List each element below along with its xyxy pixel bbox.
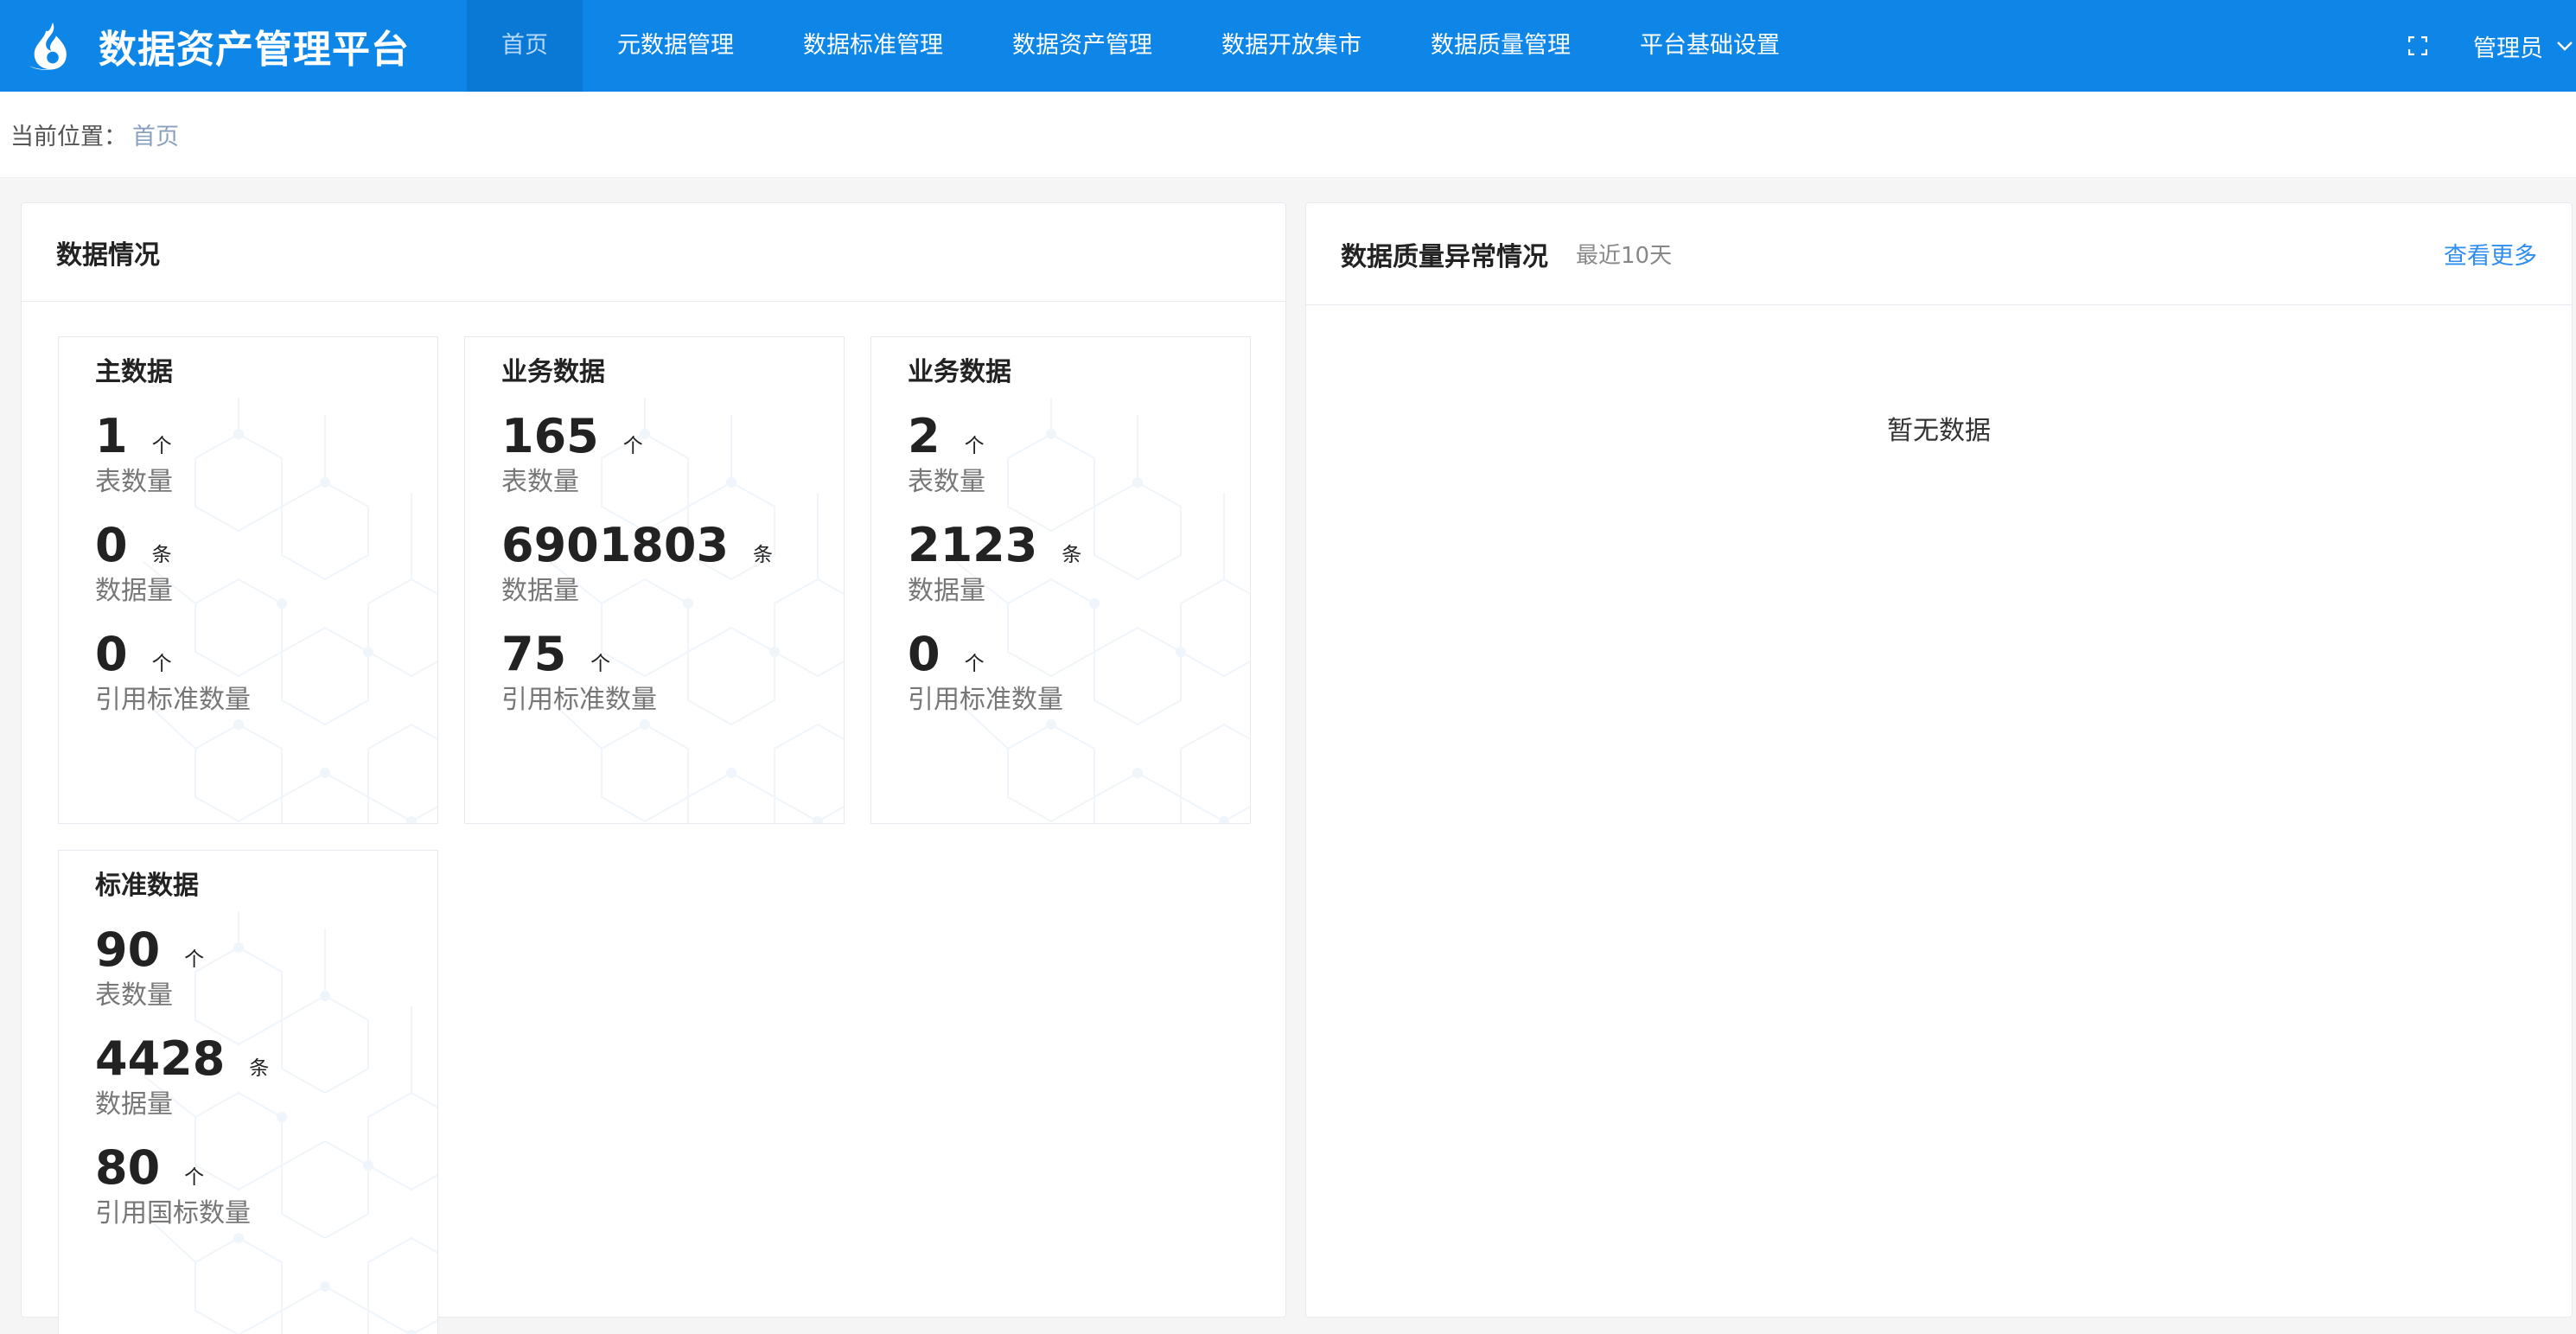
data-quality-subtitle: 最近10天 [1576,243,1673,269]
stat-unit: 条 [249,1057,270,1080]
breadcrumb: 当前位置： 首页 [0,92,2576,178]
stat-standard-ref-count: 0 个 引用标准数量 [95,628,437,718]
stat-record-count: 0 条 数据量 [95,519,437,609]
nav-item-platform-settings[interactable]: 平台基础设置 [1605,0,1814,92]
card-title: 标准数据 [95,871,199,901]
stat-label: 数据量 [95,576,173,606]
view-more-link[interactable]: 查看更多 [2444,237,2537,271]
stat-table-count: 90 个 表数量 [95,923,437,1013]
main-nav: 首页 元数据管理 数据标准管理 数据资产管理 数据开放集市 数据质量管理 平台基… [467,0,1814,92]
stat-card-standard-data: 标准数据 90 个 表数量 4428 条 数据量 80 个 引用国标数量 [58,850,438,1334]
data-overview-panel: 数据情况 主数据 1 个 表数量 0 条 数据量 0 个 引用标准数量 业务数据 16… [21,202,1286,1334]
stat-unit: 个 [590,653,611,675]
stat-unit: 个 [151,653,172,675]
breadcrumb-prefix: 当前位置： [10,124,127,150]
stat-standard-ref-count: 0 个 引用标准数量 [908,628,1250,718]
user-name: 管理员 [2473,35,2543,62]
stat-label: 引用标准数量 [95,685,251,715]
stat-label: 表数量 [95,980,173,1011]
stat-unit: 条 [1062,544,1082,566]
stat-value: 2 [908,409,940,463]
stat-table-count: 2 个 表数量 [908,410,1250,500]
data-quality-panel: 数据质量异常情况 最近10天 查看更多 暂无数据 [1305,202,2573,1318]
stat-value: 165 [501,409,599,463]
stat-value: 4428 [95,1031,226,1086]
nav-item-data-assets[interactable]: 数据资产管理 [978,0,1187,92]
stat-value: 90 [95,922,161,977]
stat-value: 0 [908,627,940,681]
stat-unit: 条 [151,544,172,566]
stat-unit: 个 [184,1166,205,1189]
stat-label: 数据量 [95,1089,173,1120]
stat-unit: 个 [964,435,985,457]
stat-value: 80 [95,1140,161,1195]
fullscreen-icon[interactable] [2401,29,2435,63]
stat-card-business-data-1: 业务数据 165 个 表数量 6901803 条 数据量 75 个 引用标准数量 [464,336,845,824]
data-overview-title: 数据情况 [56,239,160,271]
stat-label: 表数量 [501,467,579,497]
stat-label: 数据量 [908,576,985,606]
nav-item-data-standards[interactable]: 数据标准管理 [768,0,978,92]
stat-label: 表数量 [95,467,173,497]
stat-unit: 个 [964,653,985,675]
stat-card-business-data-2: 业务数据 2 个 表数量 2123 条 数据量 0 个 引用标准数量 [870,336,1251,824]
breadcrumb-current[interactable]: 首页 [132,118,179,151]
card-title: 业务数据 [501,357,605,387]
stat-unit: 个 [184,948,205,971]
stat-table-count: 1 个 表数量 [95,410,437,500]
stat-unit: 个 [151,435,172,457]
nav-item-open-market[interactable]: 数据开放集市 [1187,0,1396,92]
brand[interactable]: 数据资产管理平台 [0,0,467,92]
top-navigation-bar: 数据资产管理平台 首页 元数据管理 数据标准管理 数据资产管理 数据开放集市 数… [0,0,2576,92]
stat-table-count: 165 个 表数量 [501,410,844,500]
app-title: 数据资产管理平台 [99,28,410,72]
stat-record-count: 6901803 条 数据量 [501,519,844,609]
stat-unit: 个 [622,435,643,457]
empty-state-text: 暂无数据 [1887,416,1991,446]
nav-item-data-quality[interactable]: 数据质量管理 [1396,0,1605,92]
data-quality-title: 数据质量异常情况 [1341,241,1548,272]
topbar-actions: 管理员 [2401,0,2576,92]
stat-card-master-data: 主数据 1 个 表数量 0 条 数据量 0 个 引用标准数量 [58,336,438,824]
card-title: 业务数据 [908,357,1011,387]
stat-record-count: 4428 条 数据量 [95,1032,437,1122]
stat-unit: 条 [753,544,774,566]
data-overview-header: 数据情况 [22,203,1285,302]
stat-label: 数据量 [501,576,579,606]
data-quality-header: 数据质量异常情况 最近10天 查看更多 [1306,203,2572,305]
stat-value: 2123 [908,518,1038,572]
stat-label: 引用国标数量 [95,1198,251,1229]
logo-icon [29,22,67,70]
stat-value: 75 [501,627,567,681]
chevron-down-icon [2557,41,2573,51]
stat-label: 引用标准数量 [501,685,657,715]
card-title: 主数据 [95,357,173,387]
stat-value: 0 [95,627,128,681]
user-menu[interactable]: 管理员 [2473,29,2576,63]
stat-standard-ref-count: 75 个 引用标准数量 [501,628,844,718]
stat-value: 1 [95,409,128,463]
nav-item-home[interactable]: 首页 [467,0,583,92]
stat-record-count: 2123 条 数据量 [908,519,1250,609]
stat-label: 表数量 [908,467,985,497]
stat-label: 引用标准数量 [908,685,1063,715]
stat-value: 0 [95,518,128,572]
nav-item-metadata[interactable]: 元数据管理 [583,0,768,92]
stat-value: 6901803 [501,518,730,572]
stat-national-standard-ref-count: 80 个 引用国标数量 [95,1141,437,1231]
